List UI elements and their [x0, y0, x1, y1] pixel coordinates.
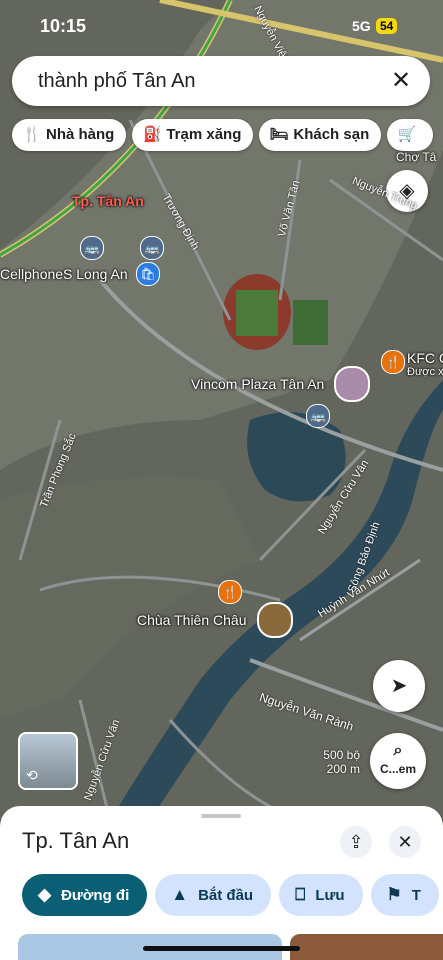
- place-bottom-sheet[interactable]: Tp. Tân An ⇪ ✕ ◆ Đường đi ▲ Bắt đầu ⎕ Lưu ⚑ T: [0, 806, 443, 960]
- chip-hotel[interactable]: 🛏 Khách sạn: [259, 119, 382, 151]
- camera-search-icon: ⌕: [393, 742, 403, 759]
- start-button[interactable]: ▲ Bắt đầu: [155, 874, 272, 916]
- action-label: Lưu: [315, 887, 345, 904]
- poi-sublabel-kfc: Được x: [407, 366, 443, 378]
- close-icon: ✕: [397, 832, 413, 852]
- poi-label-kfc[interactable]: KFC C: [407, 350, 443, 366]
- navigation-arrow-icon: ➤: [390, 675, 408, 697]
- chip-label: Trạm xăng: [166, 126, 242, 143]
- directions-icon: ◆: [38, 885, 52, 904]
- share-icon: ⇪: [348, 832, 364, 852]
- lens-label: C...em: [379, 762, 416, 776]
- vincom-photo-icon[interactable]: [334, 366, 370, 402]
- search-bar[interactable]: thành phố Tân An ✕: [12, 56, 430, 106]
- temple-photo-icon[interactable]: [257, 602, 293, 638]
- bus-stop-icon[interactable]: 🚌: [306, 404, 330, 428]
- search-input[interactable]: thành phố Tân An: [38, 70, 196, 93]
- action-label: Đường đi: [61, 887, 130, 904]
- poi-label-vincom[interactable]: Vincom Plaza Tân An: [191, 376, 324, 392]
- category-chips: 🍴 Nhà hàng ⛽ Trạm xăng 🛏 Khách sạn 🛒: [12, 119, 439, 151]
- status-time: 10:15: [40, 16, 87, 36]
- cart-icon: 🛒: [397, 126, 417, 143]
- share-button[interactable]: ⇪: [340, 826, 372, 858]
- poi-label-cellphones[interactable]: CellphoneS Long An: [0, 266, 128, 282]
- bus-stop-icon[interactable]: 🚌: [140, 236, 164, 260]
- flag-button[interactable]: ⚑ T: [370, 874, 439, 916]
- chip-shopping[interactable]: 🛒: [387, 119, 434, 151]
- gas-station-icon: ⛽: [143, 126, 162, 143]
- market-label[interactable]: Chợ Tâ: [396, 150, 436, 164]
- chip-label: Khách sạn: [293, 126, 370, 143]
- close-sheet-button[interactable]: ✕: [389, 826, 421, 858]
- battery-indicator: 54: [376, 18, 398, 34]
- restaurant-icon: 🍴: [22, 126, 42, 143]
- restaurant-pin-icon[interactable]: 🍴: [218, 580, 242, 604]
- my-location-button[interactable]: ➤: [373, 660, 425, 712]
- scale-imperial: 500 bộ: [323, 748, 360, 762]
- hotel-icon: 🛏: [269, 126, 289, 143]
- home-indicator[interactable]: [143, 946, 300, 951]
- restaurant-pin-icon[interactable]: 🍴: [381, 350, 405, 374]
- chip-restaurant[interactable]: 🍴 Nhà hàng: [12, 119, 127, 151]
- street-view-icon: ⟲: [26, 767, 38, 783]
- street-view-thumbnail[interactable]: ⟲: [18, 732, 78, 790]
- save-button[interactable]: ⎕ Lưu: [279, 874, 363, 916]
- poi-label-chua[interactable]: Chùa Thiên Châu: [137, 612, 246, 628]
- place-title: Tp. Tân An: [22, 828, 130, 853]
- directions-button[interactable]: ◆ Đường đi: [22, 874, 148, 916]
- bookmark-icon: ⎕: [295, 885, 306, 904]
- sheet-actions: ◆ Đường đi ▲ Bắt đầu ⎕ Lưu ⚑ T: [22, 874, 443, 916]
- action-label: T: [411, 887, 421, 904]
- lens-button[interactable]: ⌕ C...em: [370, 733, 426, 789]
- flag-icon: ⚑: [386, 885, 402, 904]
- chip-gas-station[interactable]: ⛽ Trạm xăng: [132, 119, 254, 151]
- shopping-bag-icon[interactable]: 🛍: [136, 262, 160, 286]
- status-bar: 10:15 5G 54: [0, 14, 443, 40]
- city-label[interactable]: Tp. Tân An: [72, 193, 144, 209]
- scale-metric: 200 m: [326, 762, 360, 776]
- bus-stop-icon[interactable]: 🚌: [80, 236, 104, 260]
- sheet-drag-handle[interactable]: [201, 814, 241, 818]
- chip-label: Nhà hàng: [46, 126, 115, 143]
- satellite-map[interactable]: 10:15 5G 54 Nguyễn Việt Thanh thành phố …: [0, 0, 443, 820]
- action-label: Bắt đầu: [198, 887, 254, 904]
- network-indicator: 5G: [352, 18, 371, 34]
- map-scale: 500 bộ 200 m: [270, 748, 360, 776]
- navigation-arrow-icon: ▲: [171, 885, 189, 904]
- close-icon[interactable]: ✕: [386, 66, 416, 96]
- place-photo[interactable]: [290, 934, 443, 960]
